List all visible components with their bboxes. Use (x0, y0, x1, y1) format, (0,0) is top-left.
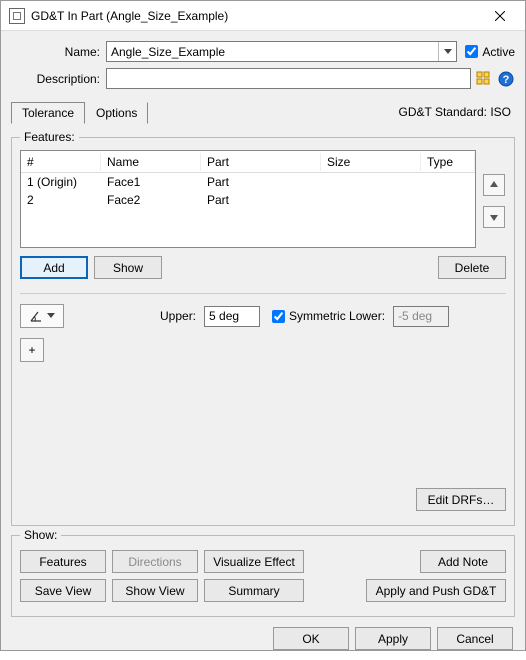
visualize-effect-button[interactable]: Visualize Effect (204, 550, 304, 573)
ok-button[interactable]: OK (273, 627, 349, 650)
edit-drfs-button[interactable]: Edit DRFs… (416, 488, 506, 511)
show-button[interactable]: Show (94, 256, 162, 279)
titlebar: GD&T In Part (Angle_Size_Example) (1, 1, 525, 31)
help-icon: ? (498, 71, 514, 87)
features-table[interactable]: # Name Part Size Type 1 (Origin) Face1 P… (20, 150, 476, 248)
symmetric-lower-wrap[interactable]: Symmetric Lower: (272, 309, 385, 323)
chevron-down-icon (47, 313, 55, 319)
arrow-down-icon (490, 213, 498, 221)
col-type[interactable]: Type (421, 153, 475, 171)
help-button[interactable]: ? (497, 70, 515, 88)
active-label: Active (482, 45, 515, 59)
tab-bar: Tolerance Options GD&T Standard: ISO (11, 101, 515, 124)
plus-icon: + (28, 343, 35, 357)
show-directions-button: Directions (112, 550, 198, 573)
delete-button[interactable]: Delete (438, 256, 506, 279)
apply-button[interactable]: Apply (355, 627, 431, 650)
upper-input[interactable] (204, 306, 260, 327)
name-combo[interactable] (106, 41, 457, 62)
app-icon (9, 8, 25, 24)
name-label: Name: (11, 45, 106, 59)
col-name[interactable]: Name (101, 153, 201, 171)
table-row[interactable]: 2 Face2 Part (21, 191, 475, 209)
add-note-button[interactable]: Add Note (420, 550, 506, 573)
upper-label: Upper: (160, 309, 196, 323)
name-dropdown-arrow[interactable] (438, 42, 456, 61)
features-fieldset: Features: # Name Part Size Type 1 (Origi… (11, 130, 515, 526)
description-label: Description: (11, 72, 106, 86)
close-button[interactable] (477, 1, 523, 31)
cancel-button[interactable]: Cancel (437, 627, 513, 650)
grid-icon (476, 71, 492, 87)
table-row[interactable]: 1 (Origin) Face1 Part (21, 173, 475, 191)
save-view-button[interactable]: Save View (20, 579, 106, 602)
add-button[interactable]: Add (20, 256, 88, 279)
divider (20, 293, 506, 294)
window-title: GD&T In Part (Angle_Size_Example) (31, 9, 477, 23)
lower-input (393, 306, 449, 327)
col-num[interactable]: # (21, 153, 101, 171)
reference-picker-button[interactable] (475, 70, 493, 88)
symmetric-lower-label: Symmetric Lower: (289, 309, 385, 323)
summary-button[interactable]: Summary (204, 579, 304, 602)
description-input[interactable] (106, 68, 471, 89)
name-input[interactable] (107, 42, 438, 61)
angle-icon (29, 309, 43, 323)
chevron-down-icon (444, 49, 452, 55)
gdt-standard-label: GD&T Standard: ISO (399, 105, 516, 119)
apply-push-button[interactable]: Apply and Push GD&T (366, 579, 506, 602)
show-legend: Show: (20, 528, 61, 542)
move-down-button[interactable] (483, 206, 505, 228)
show-features-button[interactable]: Features (20, 550, 106, 573)
tab-tolerance[interactable]: Tolerance (11, 102, 85, 124)
col-size[interactable]: Size (321, 153, 421, 171)
features-legend: Features: (20, 130, 79, 144)
close-icon (495, 11, 505, 21)
symmetric-lower-checkbox[interactable] (272, 310, 285, 323)
features-header: # Name Part Size Type (21, 151, 475, 173)
col-part[interactable]: Part (201, 153, 321, 171)
tolerance-type-button[interactable] (20, 304, 64, 328)
tab-options[interactable]: Options (85, 102, 148, 124)
svg-text:?: ? (503, 74, 510, 86)
active-checkbox-wrap[interactable]: Active (465, 45, 515, 59)
move-up-button[interactable] (483, 174, 505, 196)
dialog-window: GD&T In Part (Angle_Size_Example) Name: … (0, 0, 526, 651)
add-tolerance-button[interactable]: + (20, 338, 44, 362)
active-checkbox[interactable] (465, 45, 478, 58)
show-fieldset: Show: Features Directions Visualize Effe… (11, 528, 515, 617)
show-view-button[interactable]: Show View (112, 579, 198, 602)
arrow-up-icon (490, 181, 498, 189)
